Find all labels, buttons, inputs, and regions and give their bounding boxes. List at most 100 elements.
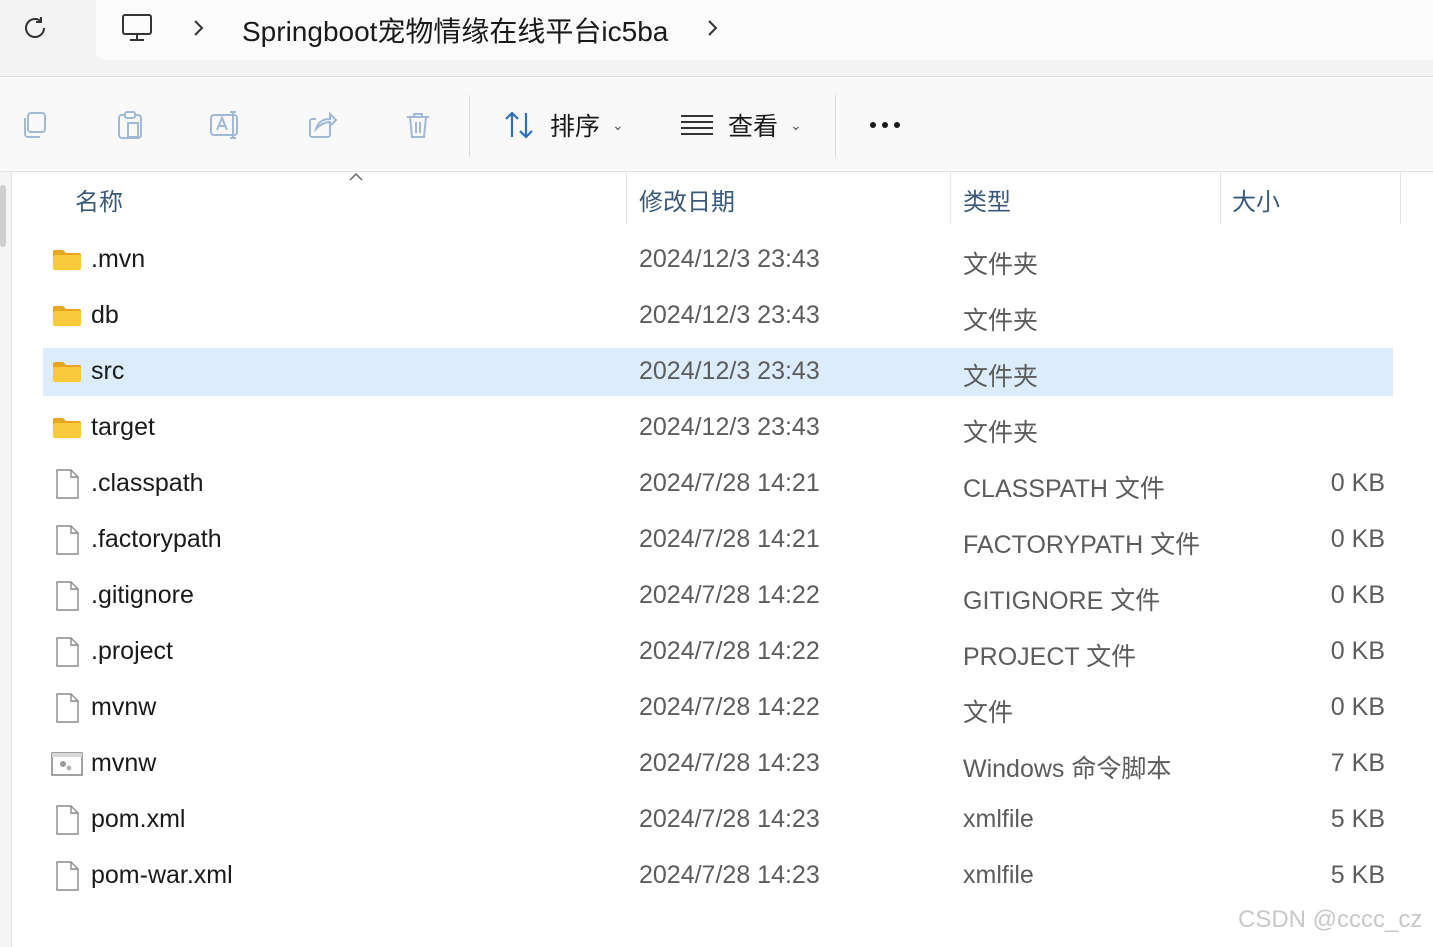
view-button[interactable]: 查看 ⌄ (680, 103, 802, 147)
toolbar-separator (469, 95, 470, 157)
column-size[interactable]: 大小 (1232, 182, 1280, 217)
chevron-right-icon[interactable] (702, 16, 722, 40)
rename-button[interactable] (206, 105, 246, 145)
column-date[interactable]: 修改日期 (639, 182, 735, 217)
folder-icon (51, 356, 83, 388)
refresh-icon[interactable] (18, 12, 52, 46)
column-header: 名称 修改日期 类型 大小 (12, 172, 1433, 226)
share-icon (309, 111, 338, 138)
file-row[interactable]: pom.xml 2024/7/28 14:23 xmlfile 5 KB (43, 796, 1393, 844)
file-icon (51, 692, 83, 724)
file-type: xmlfile (963, 805, 1034, 833)
file-row[interactable]: mvnw 2024/7/28 14:23 Windows 命令脚本 7 KB (43, 740, 1393, 788)
folder-icon (51, 412, 83, 444)
file-date: 2024/12/3 23:43 (639, 245, 820, 273)
file-date: 2024/7/28 14:22 (639, 637, 820, 665)
file-name: .mvn (91, 245, 146, 273)
file-row[interactable]: .mvn 2024/12/3 23:43 文件夹 (43, 236, 1393, 284)
nav-scrollbar[interactable] (0, 185, 6, 247)
file-row[interactable]: .factorypath 2024/7/28 14:21 FACTORYPATH 文… (43, 516, 1393, 564)
file-type: 文件 (963, 699, 1014, 727)
file-row[interactable]: pom-war.xml 2024/7/28 14:23 xmlfile 5 KB (43, 852, 1393, 900)
share-button[interactable] (302, 105, 342, 145)
file-row[interactable]: db 2024/12/3 23:43 文件夹 (43, 292, 1393, 340)
file-size: 0 KB (1330, 581, 1385, 609)
more-icon[interactable] (862, 103, 908, 147)
file-icon (51, 580, 83, 612)
column-type[interactable]: 类型 (963, 182, 1011, 217)
trash-icon (407, 113, 429, 138)
file-date: 2024/7/28 14:21 (639, 469, 820, 497)
file-type: 文件夹 (963, 307, 1039, 335)
file-date: 2024/7/28 14:22 (639, 693, 820, 721)
copy-icon (24, 112, 46, 138)
column-divider[interactable] (626, 172, 627, 224)
navigation-pane[interactable] (0, 172, 12, 947)
file-name: .gitignore (91, 581, 194, 609)
file-size: 0 KB (1330, 637, 1385, 665)
file-name: .project (91, 637, 173, 665)
folder-icon (51, 244, 83, 276)
toolbar-separator (835, 95, 836, 157)
file-name: mvnw (91, 749, 157, 777)
script-file-icon (51, 748, 83, 780)
file-type: 文件夹 (963, 419, 1039, 447)
file-row[interactable]: src 2024/12/3 23:43 文件夹 (43, 348, 1393, 396)
file-type: CLASSPATH 文件 (963, 475, 1165, 503)
command-bar: 排序 ⌄ 查看 ⌄ (0, 77, 1433, 172)
file-row[interactable]: target 2024/12/3 23:43 文件夹 (43, 404, 1393, 452)
file-date: 2024/7/28 14:22 (639, 581, 820, 609)
sort-ascending-icon (348, 170, 364, 182)
file-row[interactable]: .classpath 2024/7/28 14:21 CLASSPATH 文件 0 K… (43, 460, 1393, 508)
column-divider[interactable] (1220, 172, 1221, 224)
delete-button[interactable] (398, 105, 438, 145)
file-name: .factorypath (91, 525, 222, 553)
file-row[interactable]: .project 2024/7/28 14:22 PROJECT 文件 0 KB (43, 628, 1393, 676)
file-date: 2024/7/28 14:23 (639, 805, 820, 833)
file-type: Windows 命令脚本 (963, 755, 1172, 783)
file-size: 0 KB (1330, 693, 1385, 721)
address-bar-area: Springboot宠物情缘在线平台ic5ba (0, 0, 1433, 77)
file-name: pom.xml (91, 805, 186, 833)
file-type: GITIGNORE 文件 (963, 587, 1161, 615)
file-type: 文件夹 (963, 363, 1039, 391)
file-row[interactable]: mvnw 2024/7/28 14:22 文件 0 KB (43, 684, 1393, 732)
file-date: 2024/12/3 23:43 (639, 413, 820, 441)
chevron-right-icon[interactable] (188, 16, 208, 40)
paste-icon (118, 111, 142, 139)
folder-icon (51, 300, 83, 332)
file-icon (51, 524, 83, 556)
column-divider[interactable] (1400, 172, 1401, 224)
list-view-icon (681, 115, 713, 135)
file-date: 2024/12/3 23:43 (639, 357, 820, 385)
file-icon (51, 468, 83, 500)
copy-button[interactable] (14, 105, 54, 145)
file-name: db (91, 301, 119, 329)
file-name: mvnw (91, 693, 157, 721)
rename-icon (210, 111, 238, 139)
file-size: 5 KB (1330, 861, 1385, 889)
file-size: 0 KB (1330, 469, 1385, 497)
file-size: 5 KB (1330, 805, 1385, 833)
this-pc-icon[interactable] (120, 11, 154, 45)
column-divider[interactable] (950, 172, 951, 224)
chevron-down-icon: ⌄ (790, 116, 802, 133)
watermark: CSDN @cccc_cz (1238, 906, 1423, 933)
file-type: 文件夹 (963, 251, 1039, 279)
paste-button[interactable] (110, 105, 150, 145)
file-icon (51, 804, 83, 836)
file-type: PROJECT 文件 (963, 643, 1137, 671)
file-row[interactable]: .gitignore 2024/7/28 14:22 GITIGNORE 文件 0 K… (43, 572, 1393, 620)
file-icon (51, 860, 83, 892)
file-date: 2024/7/28 14:23 (639, 749, 820, 777)
file-date: 2024/12/3 23:43 (639, 301, 820, 329)
chevron-down-icon: ⌄ (612, 116, 624, 133)
file-name: pom-war.xml (91, 861, 233, 889)
file-type: xmlfile (963, 861, 1034, 889)
file-icon (51, 636, 83, 668)
file-size: 7 KB (1330, 749, 1385, 777)
sort-button[interactable]: 排序 ⌄ (502, 103, 624, 147)
column-name[interactable]: 名称 (75, 182, 123, 217)
breadcrumb-folder[interactable]: Springboot宠物情缘在线平台ic5ba (242, 10, 668, 50)
file-size: 0 KB (1330, 525, 1385, 553)
